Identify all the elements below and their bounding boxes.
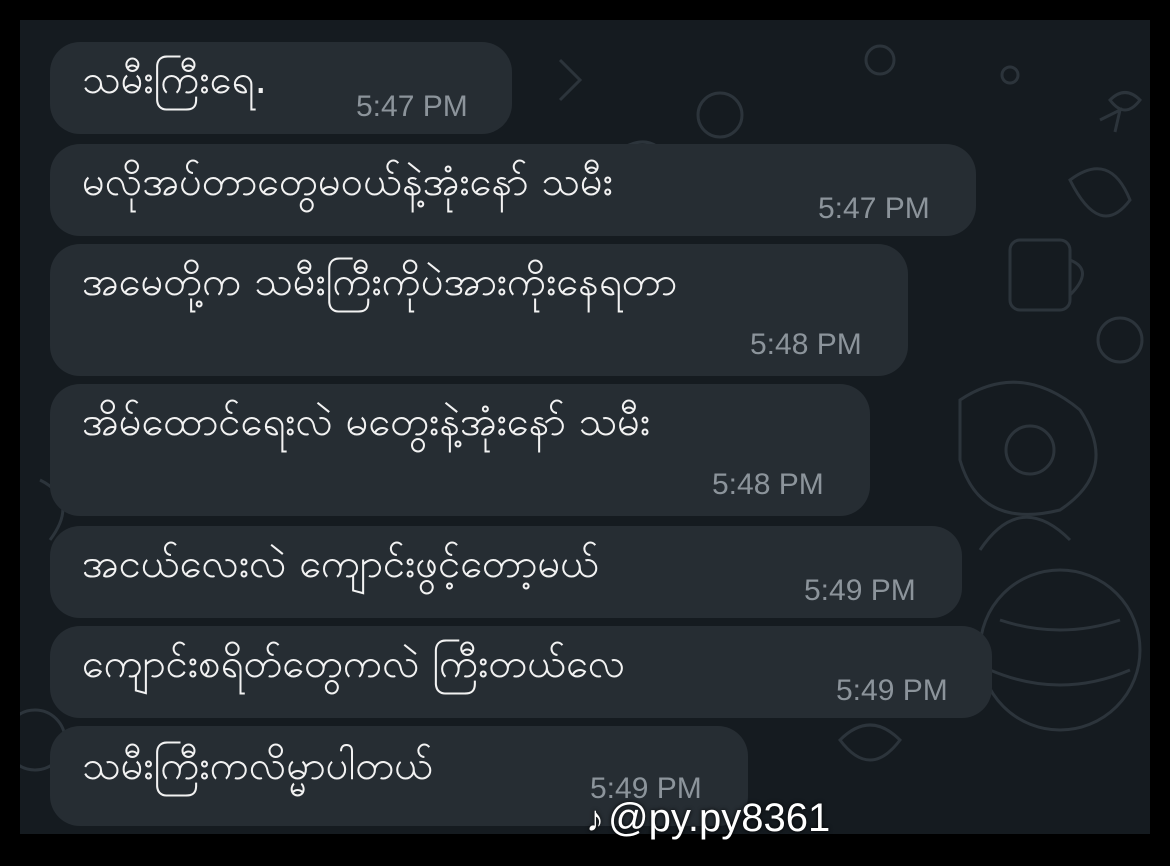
message-text: ကျောင်းစရိတ်တွေကလဲ ကြီးတယ်လေ [82,641,626,687]
message-text: အငယ်လေးလဲ ကျောင်းဖွင့်တော့မယ် [82,541,600,587]
watermark-handle: @py.py8361 [608,796,831,840]
message-time: 5:49 PM [836,674,948,707]
message-text: အိမ်ထောင်ရေးလဲ မတွေးနဲ့အုံးနော် သမီး [82,399,651,445]
message-time: 5:48 PM [750,328,862,361]
message-time: 5:47 PM [818,192,930,225]
chat-screen: သမီးကြီးရေ. 5:47 PM မလိုအပ်တာတွေမဝယ်နဲ့အ… [20,20,1150,834]
message-bubble[interactable]: မလိုအပ်တာတွေမဝယ်နဲ့အုံးနော် သမီး 5:47 PM [50,144,976,236]
message-time: 5:47 PM [356,90,468,123]
message-bubble[interactable]: အငယ်လေးလဲ ကျောင်းဖွင့်တော့မယ် 5:49 PM [50,526,962,618]
message-time: 5:49 PM [804,574,916,607]
message-bubble[interactable]: အမေတို့က သမီးကြီးကိုပဲအားကိုးနေရတာ 5:48 … [50,244,908,376]
message-bubble[interactable]: ကျောင်းစရိတ်တွေကလဲ ကြီးတယ်လေ 5:49 PM [50,626,992,718]
message-text: သမီးကြီးကလိမ္မာပါတယ် [82,743,434,789]
tiktok-icon: ♪ [586,798,604,839]
message-bubble[interactable]: အိမ်ထောင်ရေးလဲ မတွေးနဲ့အုံးနော် သမီး 5:4… [50,384,870,516]
message-bubble[interactable]: သမီးကြီးရေ. 5:47 PM [50,42,512,134]
message-time: 5:48 PM [712,468,824,501]
message-text: မလိုအပ်တာတွေမဝယ်နဲ့အုံးနော် သမီး [82,159,613,205]
message-text: သမီးကြီးရေ. [82,57,268,103]
message-text: အမေတို့က သမီးကြီးကိုပဲအားကိုးနေရတာ [82,259,678,305]
tiktok-watermark: ♪ @py.py8361 [586,796,830,841]
